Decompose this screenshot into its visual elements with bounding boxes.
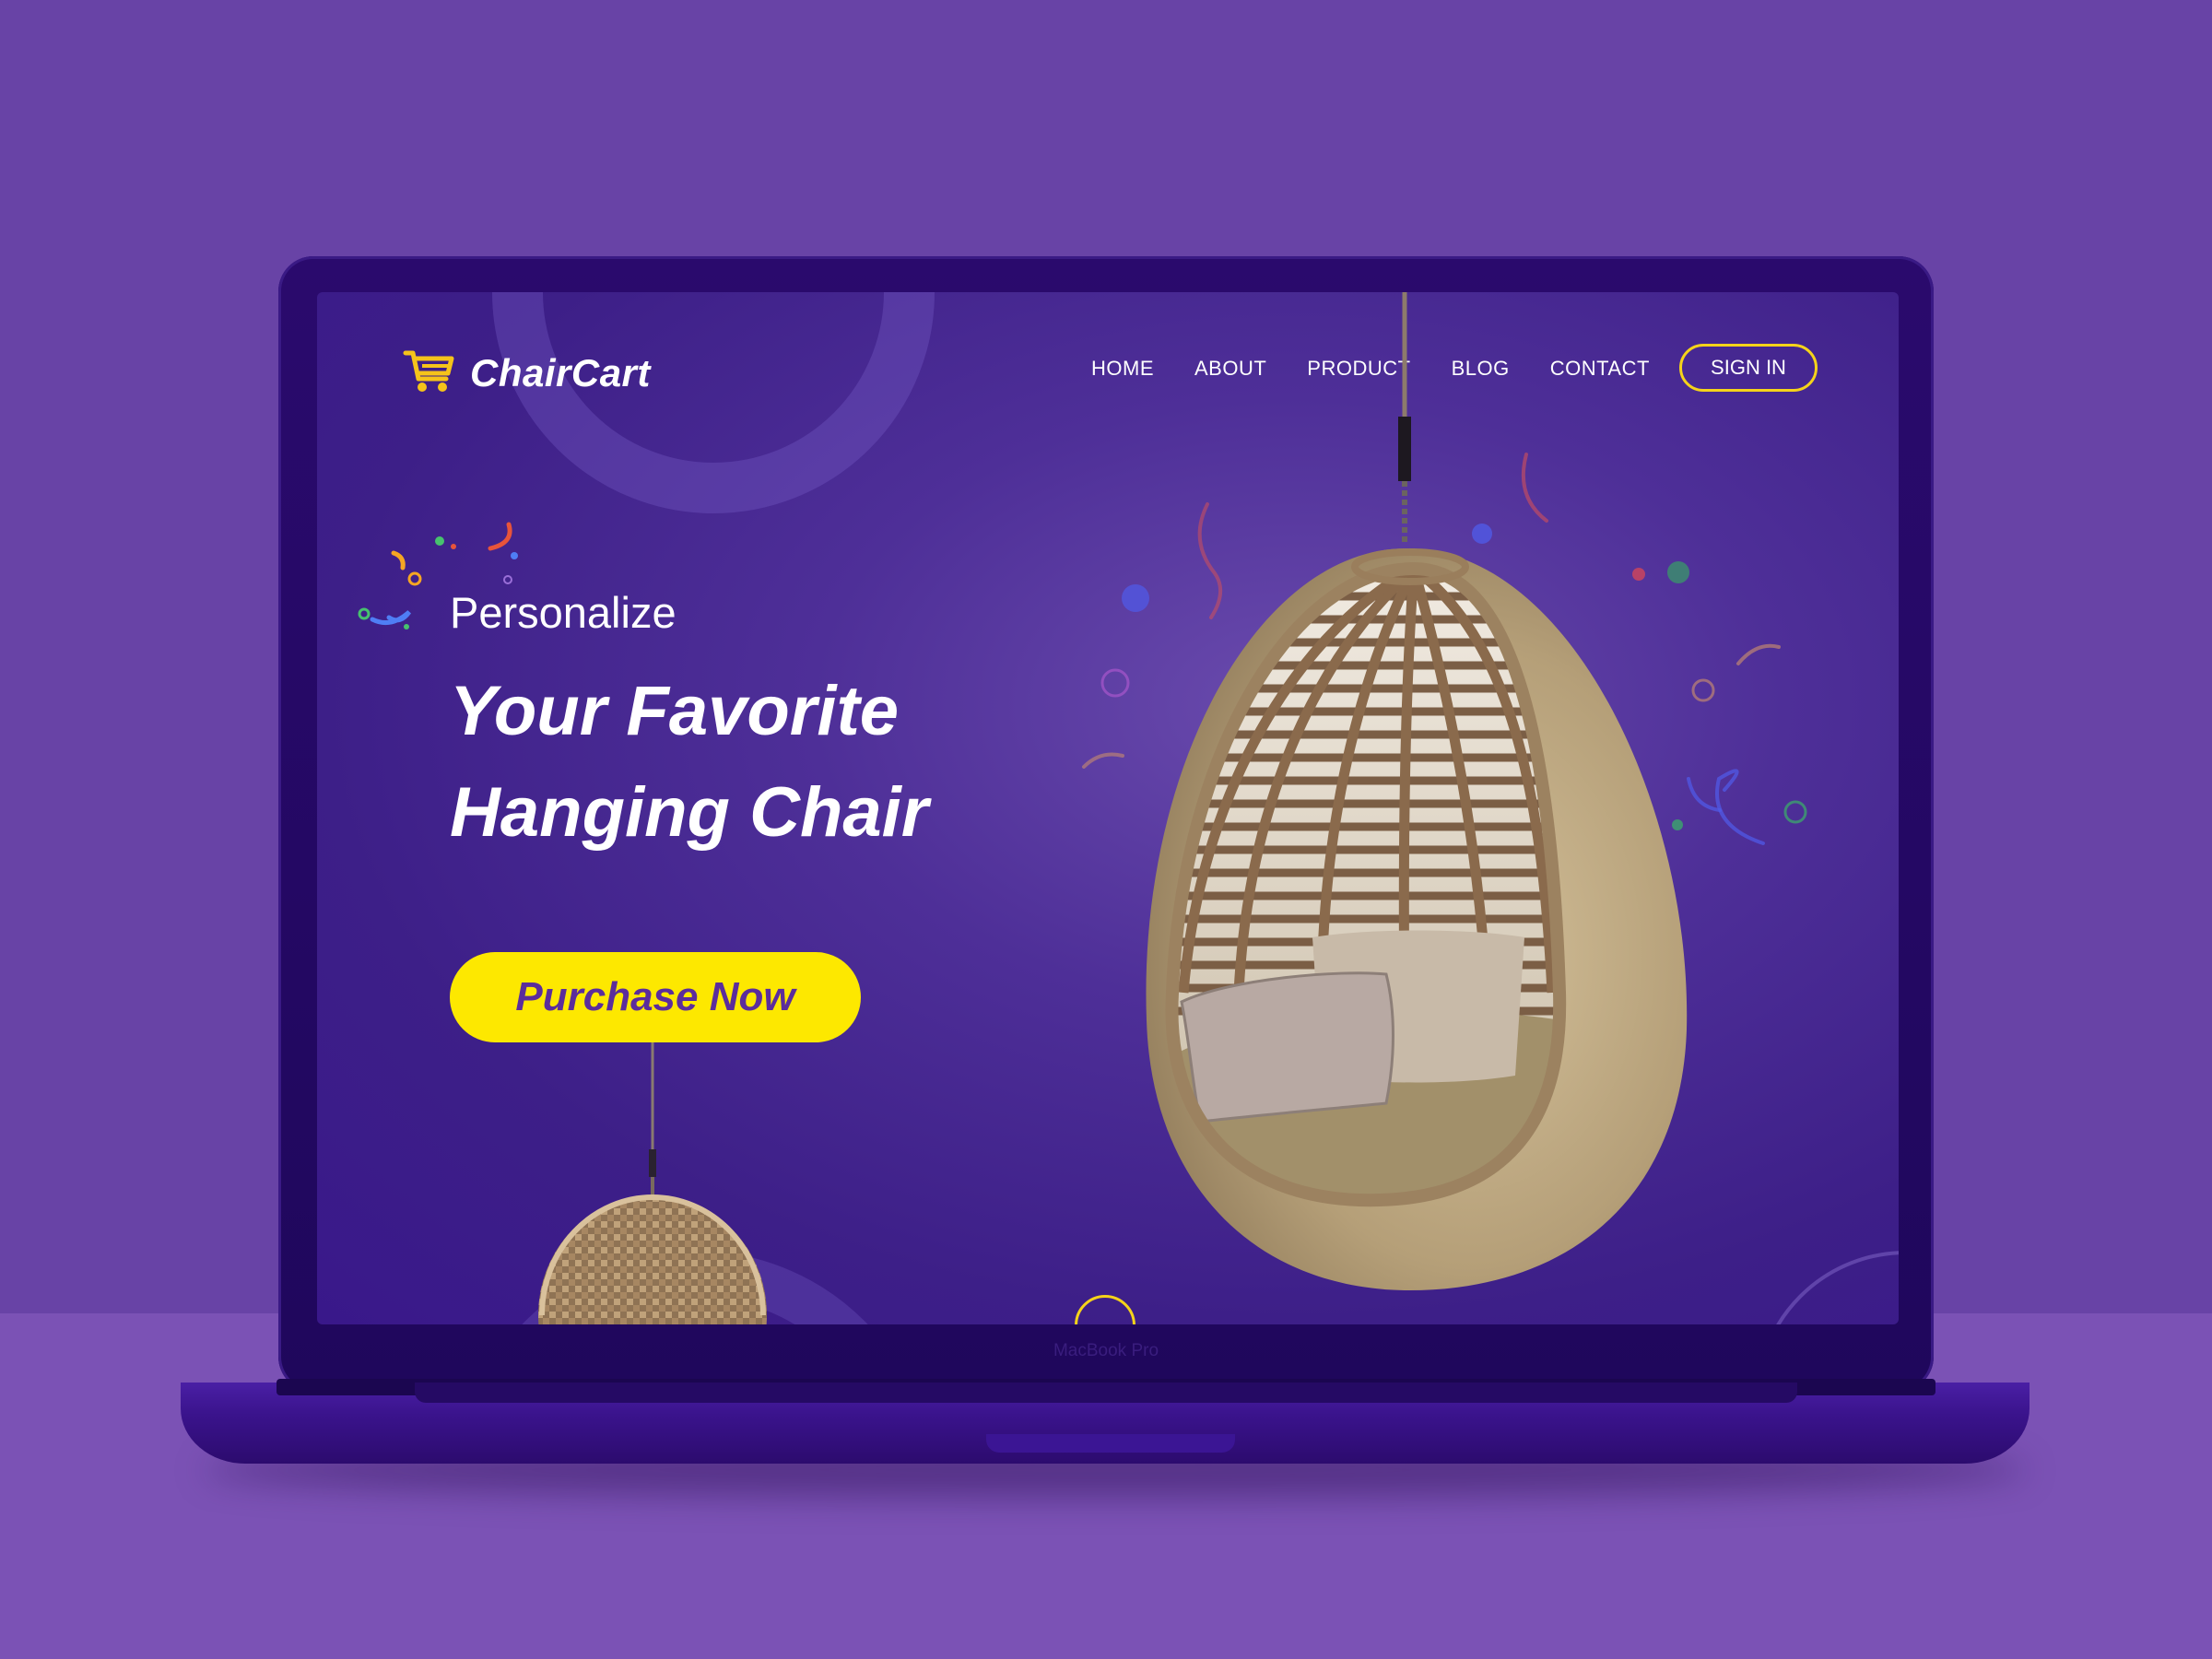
egg-hanging-chair-image — [1146, 292, 1688, 1291]
device-label: MacBook Pro — [1053, 1341, 1159, 1360]
laptop-screen: ChairCart HOME ABOUT PRODUCT BLOG CONTAC… — [317, 292, 1899, 1324]
laptop-opening-notch — [986, 1434, 1235, 1453]
laptop-keyboard-edge — [415, 1382, 1797, 1403]
